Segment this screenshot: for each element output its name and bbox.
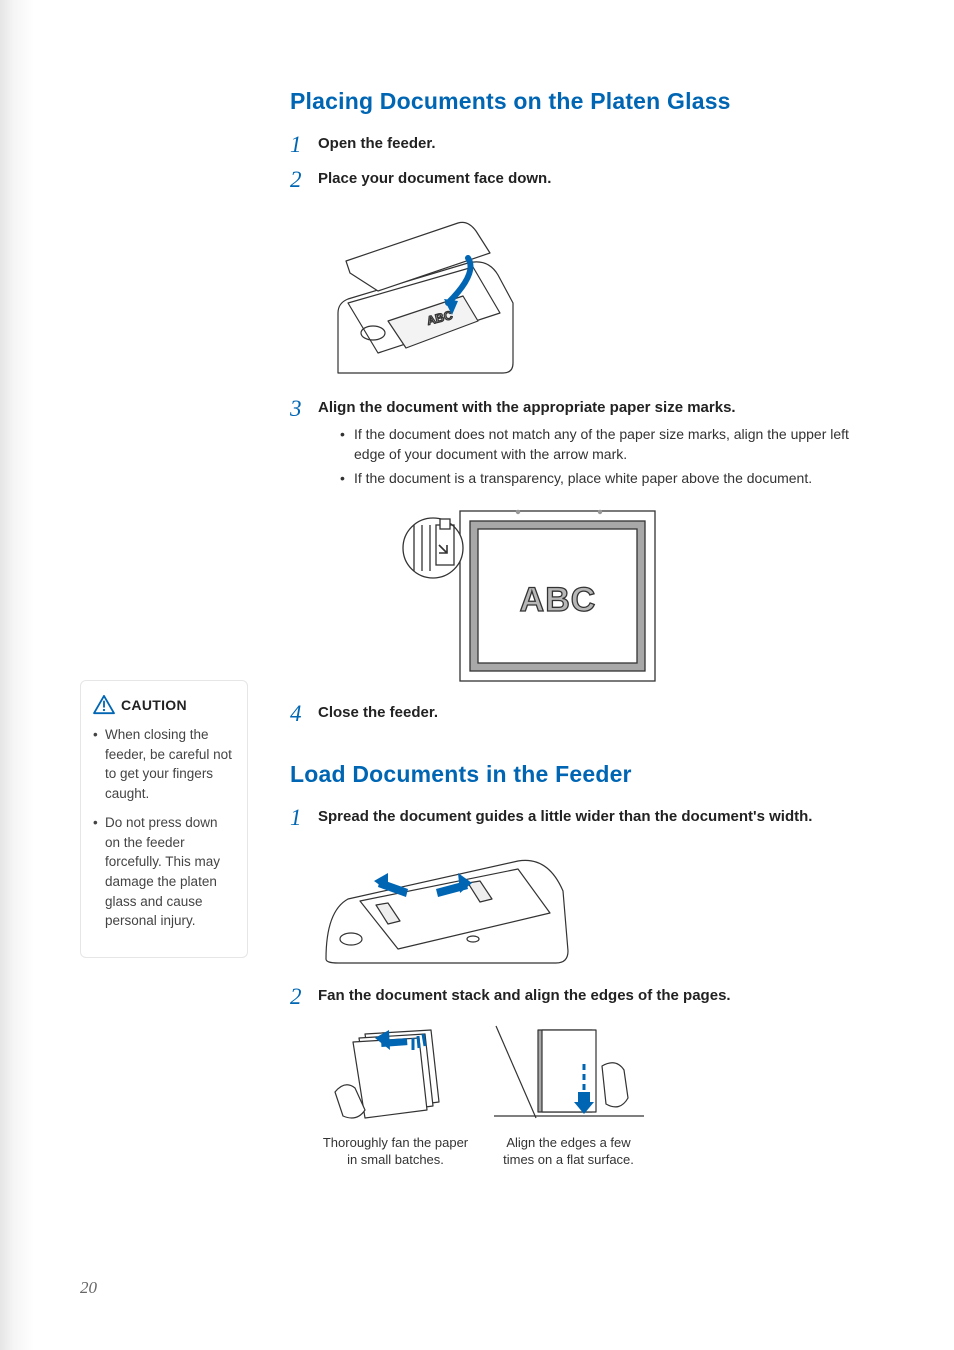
step-bullet: If the document is a transparency, place…	[340, 468, 874, 488]
illustration-spread-guides	[318, 841, 874, 971]
step-bullet: If the document does not match any of th…	[340, 424, 874, 465]
caption-align: Align the edges a few times on a flat su…	[491, 1134, 646, 1169]
step-number: 2	[290, 985, 318, 1008]
step-number: 4	[290, 702, 318, 725]
step-number: 1	[290, 133, 318, 156]
caution-label: CAUTION	[121, 697, 187, 713]
illustration-printer-open: ABC	[318, 203, 874, 383]
caution-callout: CAUTION When closing the feeder, be care…	[80, 680, 248, 958]
caution-item: Do not press down on the feeder forceful…	[93, 813, 235, 930]
step-title: Place your document face down.	[318, 168, 874, 189]
abc-label: ABC	[520, 581, 597, 619]
step: 4 Close the feeder.	[290, 702, 874, 725]
manual-page: CAUTION When closing the feeder, be care…	[0, 0, 954, 1350]
caption-fan: Thoroughly fan the paper in small batche…	[318, 1134, 473, 1169]
step: 1 Open the feeder.	[290, 133, 874, 156]
section-title-feeder: Load Documents in the Feeder	[290, 761, 874, 788]
step-title: Close the feeder.	[318, 702, 874, 723]
step: 2 Fan the document stack and align the e…	[290, 985, 874, 1008]
illustration-platen-align: ABC	[400, 503, 874, 688]
section-title-platen: Placing Documents on the Platen Glass	[290, 88, 874, 115]
step-title: Spread the document guides a little wide…	[318, 806, 874, 827]
page-number: 20	[80, 1278, 97, 1298]
step-number: 1	[290, 806, 318, 829]
step-number: 3	[290, 397, 318, 420]
step: 1 Spread the document guides a little wi…	[290, 806, 874, 829]
step: 2 Place your document face down.	[290, 168, 874, 191]
step: 3 Align the document with the appropriat…	[290, 397, 874, 491]
step-title: Align the document with the appropriate …	[318, 397, 874, 418]
caution-item: When closing the feeder, be careful not …	[93, 725, 235, 803]
caution-icon	[93, 695, 115, 715]
illustration-fan-align: Thoroughly fan the paper in small batche…	[318, 1020, 874, 1169]
step-number: 2	[290, 168, 318, 191]
step-title: Open the feeder.	[318, 133, 874, 154]
step-title: Fan the document stack and align the edg…	[318, 985, 874, 1006]
